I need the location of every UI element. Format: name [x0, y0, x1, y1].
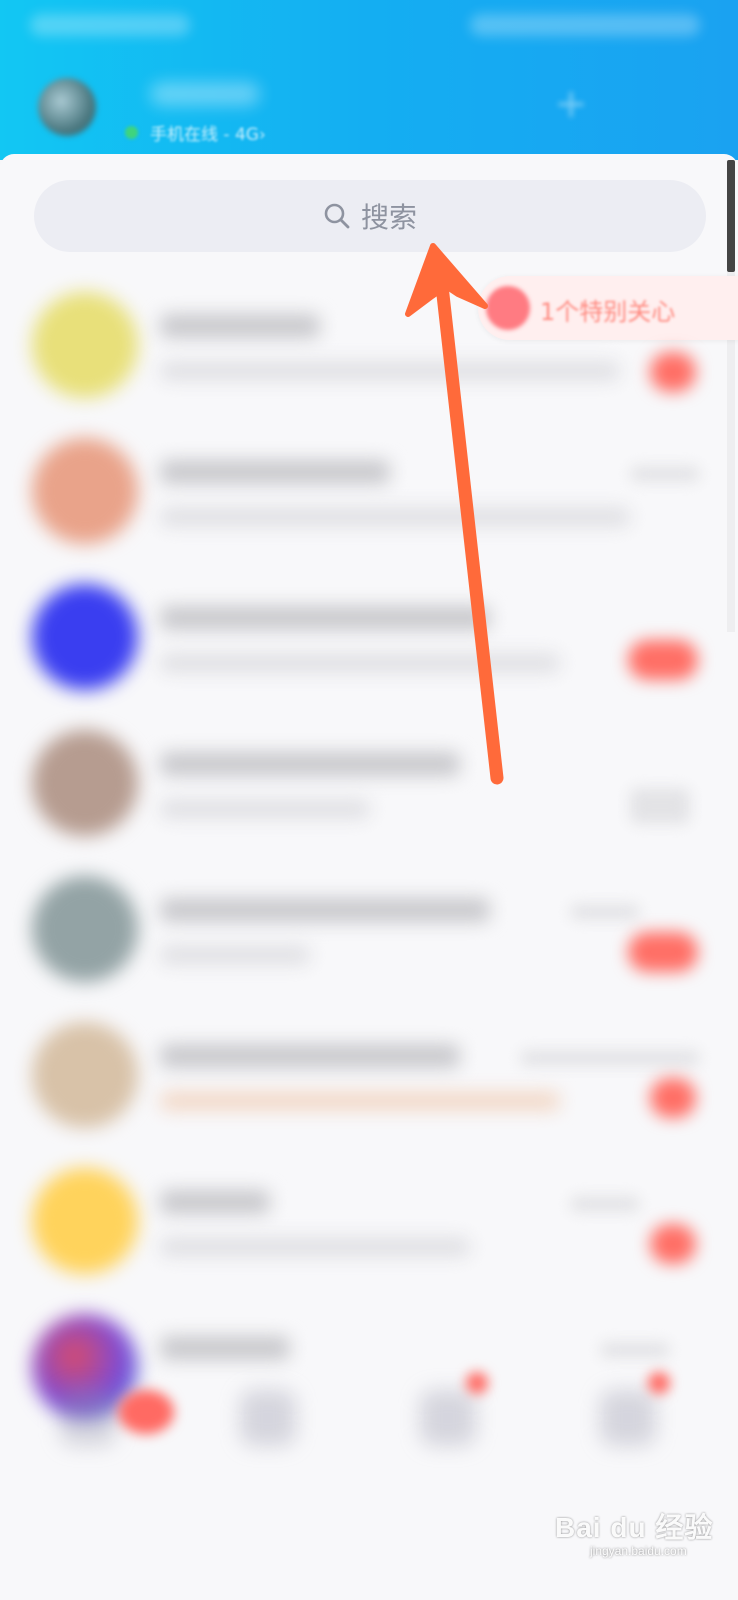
unread-badge: [650, 1078, 696, 1118]
online-status-dot: [125, 126, 138, 139]
chat-title: [160, 606, 490, 630]
status-bar-left: [30, 14, 190, 36]
chat-preview: [160, 362, 620, 380]
chat-preview: [160, 1238, 470, 1256]
status-bar-right: [470, 14, 700, 36]
chat-avatar: [32, 1022, 138, 1128]
tab-contacts-icon[interactable]: [240, 1390, 296, 1446]
chat-preview: [160, 508, 630, 526]
watermark-brand: Bai du 经验: [555, 1512, 714, 1543]
chat-time: [630, 788, 690, 824]
chat-title: [160, 460, 390, 484]
unread-badge: [628, 640, 698, 680]
watermark-url: jingyan.baidu.com: [590, 1544, 687, 1558]
profile-header: 手机在线 - 4G› +: [0, 0, 738, 160]
chat-avatar: [32, 292, 138, 398]
chat-title: [160, 1336, 290, 1360]
chat-title: [160, 1190, 270, 1214]
chat-avatar: [32, 730, 138, 836]
chat-preview: [160, 1092, 560, 1110]
my-nickname: [150, 82, 260, 106]
chat-avatar: [32, 438, 138, 544]
scrollbar-thumb[interactable]: [727, 160, 735, 272]
unread-badge: [650, 1224, 696, 1264]
plus-icon[interactable]: +: [553, 84, 589, 124]
chat-item[interactable]: [0, 416, 738, 562]
tab-unread-badge: [118, 1390, 174, 1434]
search-label: 搜索: [360, 201, 417, 234]
tab-messages-icon[interactable]: [60, 1390, 116, 1446]
chat-item[interactable]: [0, 1000, 738, 1146]
chat-title: [160, 898, 490, 922]
chat-item[interactable]: [0, 562, 738, 708]
chat-avatar: [32, 584, 138, 690]
chat-time: [520, 1050, 700, 1066]
my-avatar[interactable]: [38, 78, 96, 136]
online-status-text[interactable]: 手机在线 - 4G›: [150, 120, 266, 145]
chat-time: [570, 1196, 640, 1212]
chat-avatar: [32, 876, 138, 982]
chat-preview: [160, 800, 370, 818]
tab-me-icon[interactable]: [600, 1390, 656, 1446]
chat-time: [600, 1342, 670, 1358]
chat-title: [160, 314, 320, 338]
chat-preview: [160, 946, 310, 964]
chat-preview: [160, 654, 560, 672]
tab-discover-icon[interactable]: [420, 1390, 476, 1446]
search-icon: [324, 203, 350, 229]
chat-avatar: [32, 1168, 138, 1274]
chat-time: [630, 466, 700, 482]
tab-red-dot: [648, 1372, 670, 1394]
chat-item[interactable]: [0, 1146, 738, 1292]
chat-title: [160, 752, 460, 776]
chat-title: [160, 1044, 460, 1068]
chat-item[interactable]: [0, 708, 738, 854]
tab-red-dot: [466, 1372, 488, 1394]
chat-time: [570, 904, 640, 920]
unread-badge: [628, 932, 698, 972]
search-bar[interactable]: 搜索: [34, 180, 706, 252]
chat-item[interactable]: [0, 854, 738, 1000]
unread-badge: [650, 352, 696, 392]
chat-item[interactable]: [0, 270, 738, 416]
